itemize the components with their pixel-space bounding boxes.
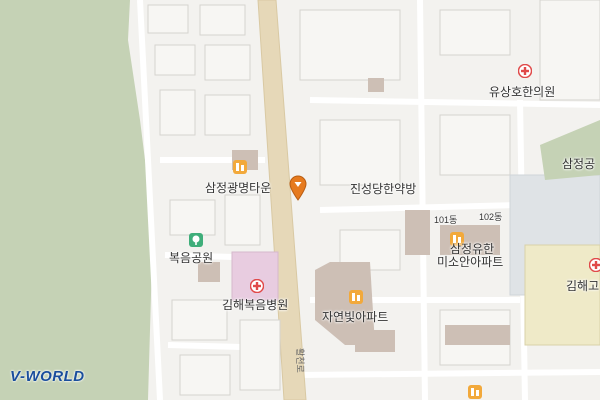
building-bottom [445, 325, 510, 345]
map-canvas[interactable]: 삼정광명타운 진성당한약방 유상호한의원 복음공원 김해복음병원 자연빛아파트 … [0, 0, 600, 400]
label-bokeum-park[interactable]: 복음공원 [169, 249, 213, 266]
hospital-icon [588, 257, 600, 277]
label-yusang-clinic[interactable]: 유상호한의원 [489, 83, 555, 100]
label-gimhae-hospital[interactable]: 김해복음병원 [222, 296, 288, 313]
label-misoan-apt-line2[interactable]: 미소안아파트 [437, 253, 503, 270]
hospital-icon [517, 63, 533, 83]
label-samjeong-town[interactable]: 삼정광명타운 [205, 179, 271, 196]
label-bldg-101: 101동 [434, 215, 458, 225]
label-jinseong-pharmacy[interactable]: 진성당한약방 [350, 180, 416, 197]
apartment-icon [349, 290, 363, 309]
label-jayeon-apt[interactable]: 자연빛아파트 [322, 308, 388, 325]
vworld-logo: V-WORLD [10, 368, 85, 385]
location-pin-icon[interactable] [289, 175, 307, 206]
green-area [0, 0, 152, 400]
label-samjeong-right[interactable]: 삼정공 [562, 155, 595, 172]
label-bldg-102: 102동 [479, 212, 503, 222]
apartment-icon [233, 160, 247, 179]
apartment-icon [468, 385, 482, 400]
building-pharmacy [368, 78, 384, 92]
road-name-label: 활천로 [295, 348, 305, 373]
label-gimhae-right[interactable]: 김해고 [566, 277, 599, 294]
